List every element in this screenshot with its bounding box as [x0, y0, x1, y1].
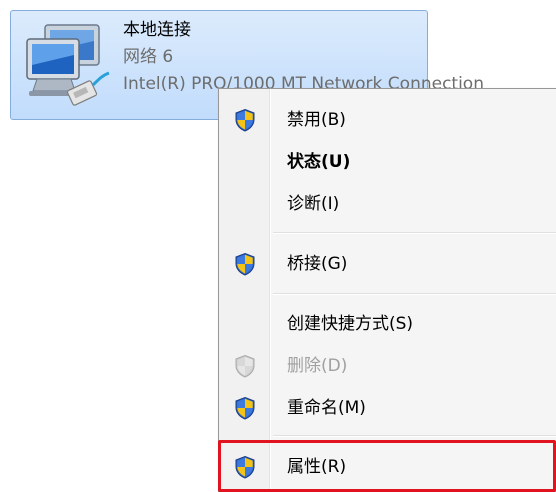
menu-item-diagnose[interactable]: 诊断(I) [221, 183, 556, 225]
menu-item-properties[interactable]: 属性(R) [221, 446, 556, 488]
network-adapter-icon [26, 24, 110, 106]
menu-separator [273, 293, 556, 295]
menu-item-label: 创建快捷方式(S) [287, 314, 414, 334]
menu-separator [273, 435, 556, 437]
menu-item-delete: 删除(D) [221, 345, 556, 387]
uac-shield-icon [235, 253, 255, 276]
menu-item-label: 状态(U) [287, 152, 351, 172]
menu-item-bridge[interactable]: 桥接(G) [221, 243, 556, 285]
uac-shield-icon [235, 355, 255, 378]
menu-item-label: 重命名(M) [287, 398, 366, 418]
menu-item-label: 禁用(B) [287, 110, 346, 130]
connection-name: 本地连接 [123, 20, 191, 40]
menu-item-status[interactable]: 状态(U) [221, 141, 556, 183]
context-menu: 禁用(B) 状态(U) 诊断(I) 桥接(G) 创建快捷方式(S) 删除(D) … [218, 88, 556, 492]
desktop-area: 本地连接 网络 6 Intel(R) PRO/1000 MT Network C… [0, 0, 556, 492]
menu-item-label: 属性(R) [287, 457, 347, 477]
menu-separator [273, 232, 556, 234]
uac-shield-icon [235, 109, 255, 132]
menu-item-rename[interactable]: 重命名(M) [221, 387, 556, 429]
uac-shield-icon [235, 456, 255, 479]
menu-item-create-shortcut[interactable]: 创建快捷方式(S) [221, 303, 556, 345]
connection-network: 网络 6 [123, 47, 174, 67]
uac-shield-icon [235, 397, 255, 420]
menu-item-disable[interactable]: 禁用(B) [221, 99, 556, 141]
menu-item-label: 桥接(G) [287, 254, 348, 274]
connection-text: 本地连接 网络 6 Intel(R) PRO/1000 MT Network C… [123, 17, 484, 98]
menu-item-label: 删除(D) [287, 356, 348, 376]
menu-item-label: 诊断(I) [287, 194, 340, 214]
